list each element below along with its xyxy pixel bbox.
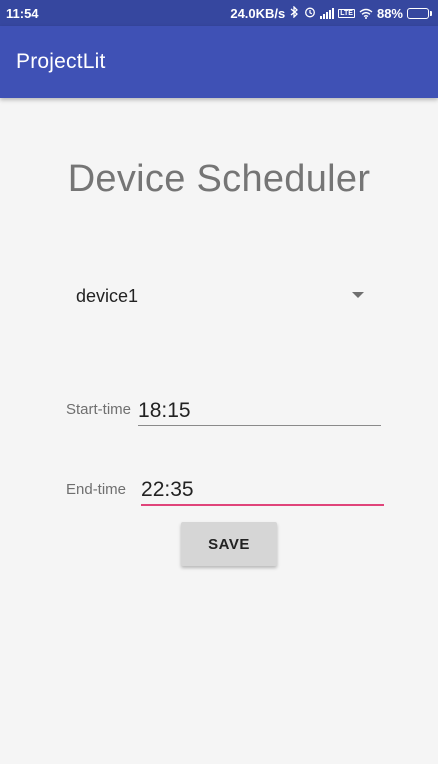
start-time-label: Start-time	[66, 401, 132, 418]
app-bar: ProjectLit	[0, 26, 438, 98]
start-time-input[interactable]	[138, 396, 382, 426]
battery-icon	[407, 7, 432, 19]
end-time-input[interactable]	[141, 476, 385, 506]
alarm-icon	[304, 6, 316, 21]
dropdown-arrow-icon	[352, 292, 364, 298]
status-icons: 24.0KB/s LTE 88%	[230, 4, 432, 21]
save-button[interactable]: SAVE	[181, 522, 277, 566]
status-bar: 11:54 24.0KB/s LTE 88%	[0, 0, 438, 26]
end-time-label: End-time	[66, 481, 127, 498]
device-spinner-value: device1	[76, 285, 139, 306]
bluetooth-icon	[289, 4, 300, 21]
network-speed: 24.0KB/s	[230, 5, 286, 21]
battery-percent: 88%	[376, 5, 403, 21]
lte-icon: LTE	[338, 8, 355, 18]
end-time-row: End-time	[66, 476, 385, 506]
app-title: ProjectLit	[16, 50, 106, 73]
signal-icon	[320, 7, 335, 19]
start-time-row: Start-time	[66, 396, 382, 426]
device-spinner[interactable]: device1	[76, 278, 376, 314]
wifi-icon	[359, 8, 373, 19]
status-time: 11:54	[6, 5, 39, 21]
page-title: Device Scheduler	[67, 158, 371, 200]
